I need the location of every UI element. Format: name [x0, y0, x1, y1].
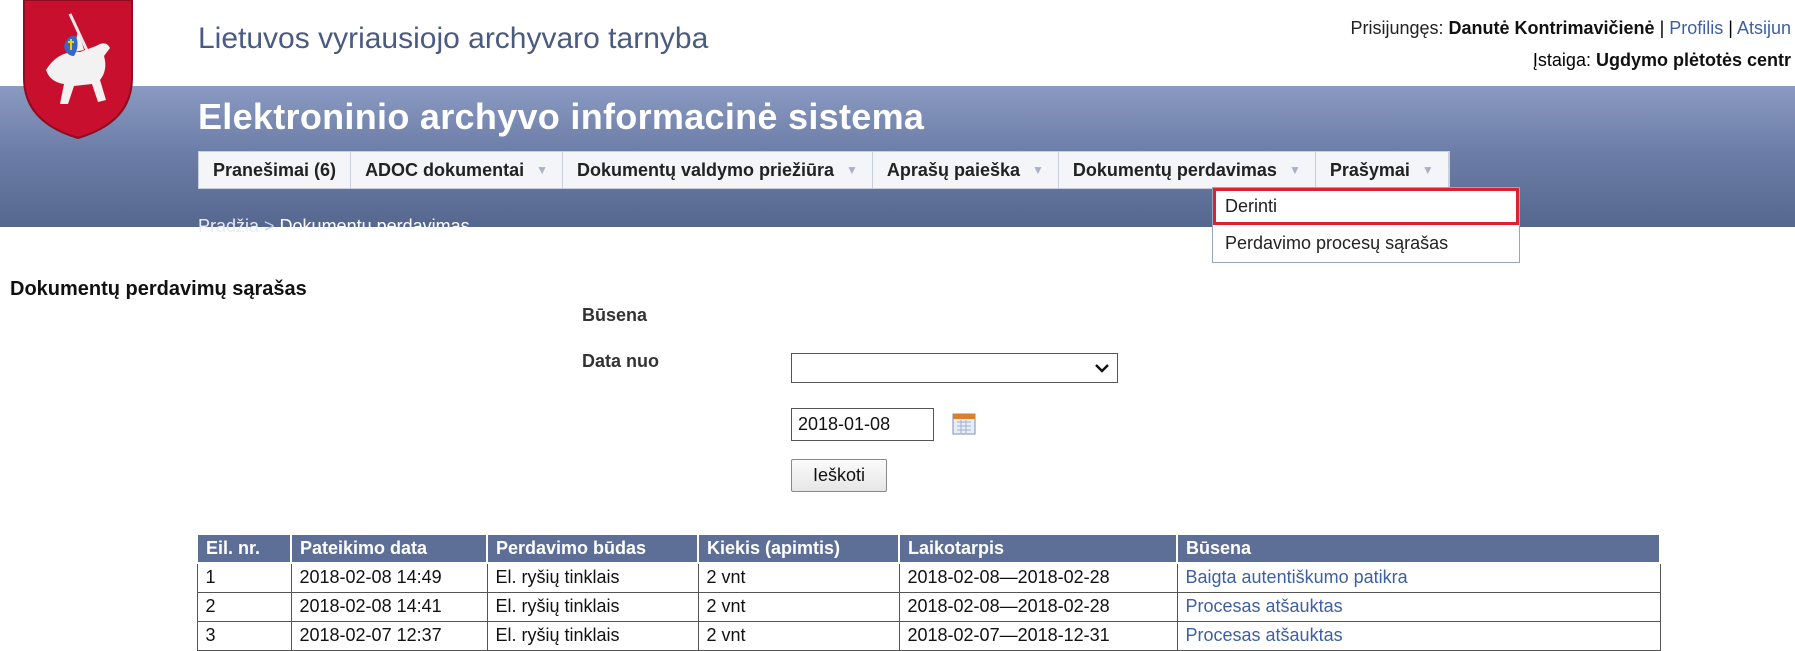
profile-link[interactable]: Profilis	[1669, 18, 1723, 38]
menu-item-label: Dokumentų valdymo priežiūra	[576, 159, 835, 180]
menu-item-pranesimai[interactable]: Pranešimai (6)	[199, 152, 352, 188]
menu-item-label: Prašymai	[1329, 159, 1410, 180]
cell-period: 2018-02-08—2018-02-28	[898, 562, 1178, 593]
cell-status: Procesas atšauktas	[1176, 620, 1661, 651]
menu-item-label: Dokumentų perdavimas	[1072, 159, 1277, 180]
date-from-label: Data nuo	[582, 351, 660, 371]
cell-quantity: 2 vnt	[697, 620, 900, 651]
column-header[interactable]: Pateikimo data	[290, 533, 488, 564]
menu-item-label: Pranešimai (6)	[213, 159, 337, 180]
table-header-row: Eil. nr. Pateikimo data Perdavimo būdas …	[196, 533, 1661, 564]
table-row: 3 2018-02-07 12:37 El. ryšių tinklais 2 …	[196, 620, 1661, 651]
calendar-icon[interactable]	[952, 412, 976, 436]
menu-item-label: Aprašų paieška	[886, 159, 1020, 180]
login-info: Prisijungęs: Danutė Kontrimavičienė | Pr…	[1350, 18, 1791, 39]
menu-item-adoc-dokumentai[interactable]: ADOC dokumentai ▼	[351, 152, 563, 188]
cell-status: Baigta autentiškumo patikra	[1176, 562, 1661, 593]
chevron-down-icon: ▼	[536, 163, 548, 177]
table-row: 1 2018-02-08 14:49 El. ryšių tinklais 2 …	[196, 562, 1661, 593]
breadcrumb-home-link[interactable]: Pradžia	[198, 216, 259, 236]
date-from-input[interactable]	[791, 408, 934, 441]
chevron-down-icon: ▼	[1032, 163, 1044, 177]
chevron-down-icon: ▼	[846, 163, 858, 177]
dropdown-item-derinti[interactable]: Derinti	[1213, 188, 1519, 225]
user-name: Danutė Kontrimavičienė	[1448, 18, 1655, 38]
page-title: Dokumentų perdavimų sąrašas	[10, 278, 307, 300]
column-header[interactable]: Eil. nr.	[196, 533, 292, 564]
status-link[interactable]: Baigta autentiškumo patikra	[1186, 567, 1408, 587]
cell-status: Procesas atšauktas	[1176, 591, 1661, 622]
cell-transfer-method: El. ryšių tinklais	[486, 591, 699, 622]
menu-item-prasymai[interactable]: Prašymai ▼	[1315, 152, 1449, 188]
breadcrumb-separator: >	[264, 216, 275, 236]
search-button[interactable]: Ieškoti	[791, 459, 887, 492]
breadcrumb: Pradžia > Dokumentų perdavimas	[198, 216, 470, 237]
menu-item-dokumentu-perdavimas[interactable]: Dokumentų perdavimas ▼	[1058, 152, 1316, 188]
institution-label: Įstaiga:	[1532, 50, 1596, 70]
cell-transfer-method: El. ryšių tinklais	[486, 562, 699, 593]
separator: |	[1723, 18, 1737, 38]
cell-period: 2018-02-08—2018-02-28	[898, 591, 1178, 622]
cell-number: 1	[196, 562, 292, 593]
chevron-down-icon	[1095, 364, 1109, 373]
status-link[interactable]: Procesas atšauktas	[1186, 596, 1343, 616]
cell-transfer-method: El. ryšių tinklais	[486, 620, 699, 651]
status-select[interactable]	[791, 353, 1118, 383]
cell-number: 3	[196, 620, 292, 651]
cell-quantity: 2 vnt	[697, 591, 900, 622]
cell-quantity: 2 vnt	[697, 562, 900, 593]
status-label: Būsena	[582, 305, 648, 325]
chevron-down-icon: ▼	[1421, 163, 1434, 177]
main-menu: Pranešimai (6) ADOC dokumentai ▼ Dokument…	[198, 151, 1450, 189]
login-label: Prisijungęs:	[1350, 18, 1449, 38]
status-link[interactable]: Procesas atšauktas	[1186, 625, 1343, 645]
cell-submit-date: 2018-02-08 14:49	[290, 562, 488, 593]
separator: |	[1654, 18, 1670, 38]
cell-number: 2	[196, 591, 292, 622]
system-title: Elektroninio archyvo informacinė sistema	[198, 96, 925, 137]
column-header[interactable]: Laikotarpis	[898, 533, 1178, 564]
column-header[interactable]: Perdavimo būdas	[486, 533, 699, 564]
institution-name: Ugdymo plėtotės centr	[1595, 50, 1791, 70]
column-header[interactable]: Kiekis (apimtis)	[697, 533, 900, 564]
cell-period: 2018-02-07—2018-12-31	[898, 620, 1178, 651]
dropdown-menu-dokumentu-perdavimas: Derinti Perdavimo procesų sąrašas	[1212, 187, 1520, 263]
transfers-table: Eil. nr. Pateikimo data Perdavimo būdas …	[196, 533, 1661, 651]
menu-item-label: ADOC dokumentai	[365, 159, 525, 180]
table-row: 2 2018-02-08 14:41 El. ryšių tinklais 2 …	[196, 591, 1661, 622]
dropdown-item-perdavimo-procesu-sarasas[interactable]: Perdavimo procesų sąrašas	[1213, 225, 1519, 262]
organization-name: Lietuvos vyriausiojo archyvaro tarnyba	[198, 22, 709, 55]
menu-item-apraso-paieska[interactable]: Aprašų paieška ▼	[872, 152, 1059, 188]
coat-of-arms-logo	[23, 0, 133, 140]
menu-item-dokumentu-valdymo-prieziura[interactable]: Dokumentų valdymo priežiūra ▼	[562, 152, 873, 188]
cell-submit-date: 2018-02-07 12:37	[290, 620, 488, 651]
logout-link[interactable]: Atsijun	[1737, 18, 1791, 38]
institution-info: Įstaiga: Ugdymo plėtotės centr	[1533, 50, 1791, 71]
cell-submit-date: 2018-02-08 14:41	[290, 591, 488, 622]
column-header[interactable]: Būsena	[1176, 533, 1661, 564]
breadcrumb-current: Dokumentų perdavimas	[279, 216, 470, 236]
chevron-down-icon: ▼	[1288, 163, 1301, 177]
